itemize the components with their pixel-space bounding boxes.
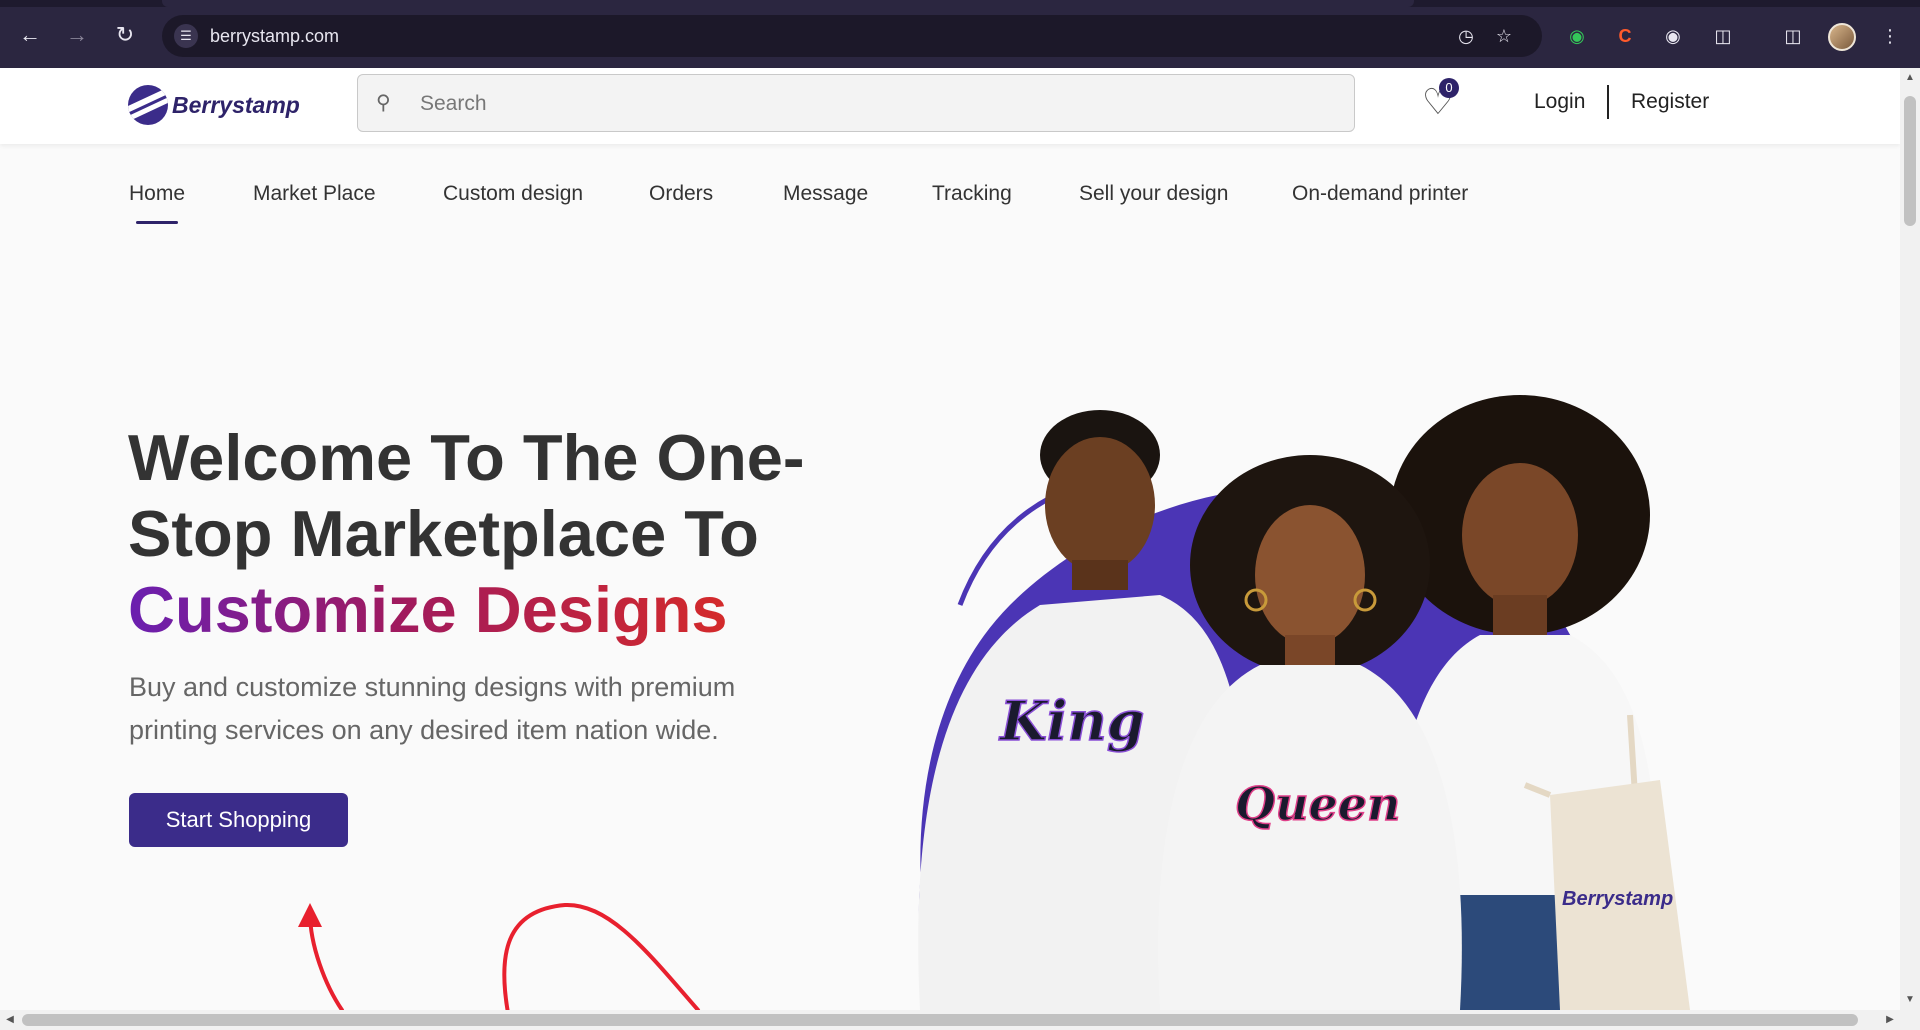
- nav-item-tracking[interactable]: Tracking: [932, 182, 1012, 206]
- auth-divider: [1607, 85, 1609, 119]
- camera-icon[interactable]: ◉: [1661, 24, 1685, 48]
- search-input[interactable]: [420, 87, 1320, 121]
- wishlist-count-badge: 0: [1439, 78, 1459, 98]
- hero-title-line2: Stop Marketplace To: [128, 497, 759, 570]
- nav-item-market-place[interactable]: Market Place: [253, 182, 376, 206]
- login-link[interactable]: Login: [1534, 90, 1585, 114]
- browser-toolbar: ← → ↻ ☰ berrystamp.com ◷ ☆ ◉ C ◉ ◫ ◫ ⋮: [0, 0, 1920, 68]
- brand-name: Berrystamp: [172, 91, 300, 118]
- side-panel-icon[interactable]: ◫: [1781, 24, 1805, 48]
- register-link[interactable]: Register: [1631, 90, 1709, 114]
- nav-item-home[interactable]: Home: [129, 182, 185, 206]
- logo-icon: [128, 85, 168, 125]
- scroll-right-icon[interactable]: ▶: [1884, 1014, 1896, 1026]
- nav-item-orders[interactable]: Orders: [649, 182, 713, 206]
- hero-subtitle: Buy and customize stunning designs with …: [129, 672, 736, 745]
- hero-title-highlight: Customize Designs: [128, 573, 728, 646]
- address-bar[interactable]: ☰ berrystamp.com ◷ ☆: [162, 15, 1542, 57]
- scroll-down-icon[interactable]: ▼: [1904, 994, 1916, 1006]
- gauge-icon[interactable]: ◷: [1455, 25, 1477, 47]
- site-header: Berrystamp ⚲ ♡ 0 Login Register: [0, 68, 1900, 144]
- shirt-queen-text: Queen: [1235, 777, 1401, 831]
- search-bar[interactable]: ⚲: [357, 74, 1355, 132]
- extension-green-icon[interactable]: ◉: [1565, 24, 1589, 48]
- active-tab[interactable]: [162, 0, 1414, 7]
- scrollbar-corner: [1900, 1010, 1920, 1030]
- nav-item-message[interactable]: Message: [783, 182, 868, 206]
- tab-strip: [0, 0, 1920, 7]
- scroll-left-icon[interactable]: ◀: [4, 1014, 16, 1026]
- nav-active-indicator: [136, 221, 178, 224]
- star-icon[interactable]: ☆: [1493, 25, 1515, 47]
- bag-brand-text: Berrystamp: [1562, 888, 1673, 910]
- nav-item-custom-design[interactable]: Custom design: [443, 182, 583, 206]
- scroll-up-icon[interactable]: ▲: [1904, 72, 1916, 84]
- hero-image-models: King Berrystamp Queen: [918, 395, 1690, 1010]
- site-info-icon[interactable]: ☰: [174, 24, 198, 48]
- hero-title-line1: Welcome To The One-: [128, 421, 805, 494]
- vertical-scroll-thumb[interactable]: [1904, 96, 1916, 226]
- shirt-king-text: King: [998, 689, 1144, 753]
- search-icon: ⚲: [376, 92, 391, 114]
- nav-item-sell-your-design[interactable]: Sell your design: [1079, 182, 1228, 206]
- vertical-scrollbar[interactable]: ▲ ▼: [1900, 68, 1920, 1010]
- start-shopping-button[interactable]: Start Shopping: [129, 793, 348, 847]
- nav-item-on-demand-printer[interactable]: On-demand printer: [1292, 182, 1468, 206]
- hero-title: Welcome To The One- Stop Marketplace To …: [128, 420, 828, 648]
- reload-icon[interactable]: ↻: [112, 22, 138, 48]
- decorative-arrows: [298, 902, 700, 1015]
- url-text[interactable]: berrystamp.com: [210, 26, 339, 47]
- forward-icon[interactable]: →: [64, 22, 90, 48]
- horizontal-scroll-thumb[interactable]: [22, 1014, 1858, 1026]
- brand-logo[interactable]: Berrystamp: [128, 83, 300, 127]
- menu-dots-icon[interactable]: ⋮: [1878, 24, 1902, 48]
- profile-avatar[interactable]: [1828, 23, 1856, 51]
- back-icon[interactable]: ←: [17, 22, 43, 48]
- model-woman-middle: Queen: [1158, 455, 1462, 1010]
- extension-c-icon[interactable]: C: [1613, 24, 1637, 48]
- puzzle-icon[interactable]: ◫: [1711, 24, 1735, 48]
- horizontal-scrollbar[interactable]: ◀ ▶: [0, 1010, 1900, 1030]
